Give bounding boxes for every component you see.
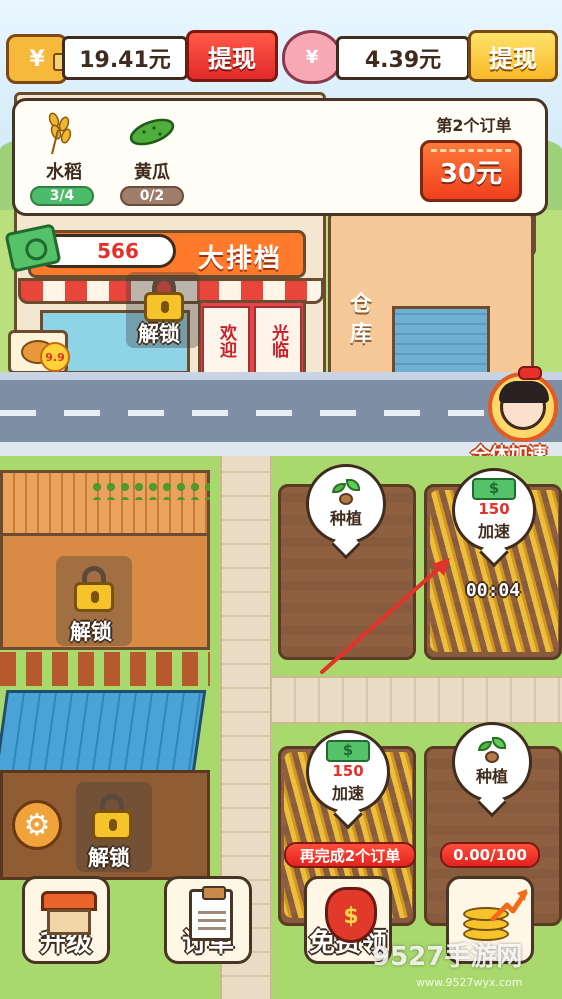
house-icon: [41, 891, 97, 935]
lock-icon: [92, 794, 132, 840]
sprout-icon: [478, 737, 506, 763]
stone-path-horizontal: [272, 676, 562, 724]
cash-icon: [472, 478, 516, 500]
plot-timer: 00:04: [465, 580, 521, 601]
cash-withdraw-button[interactable]: 提现: [186, 30, 278, 82]
growth-arrow-icon: [490, 889, 528, 922]
cash-icon: [326, 740, 370, 762]
plant-bubble-1[interactable]: 种植: [306, 464, 386, 544]
wallet-icon: ¥: [6, 34, 71, 84]
speedup-bubble-2[interactable]: 150 加速: [452, 468, 536, 552]
watermark-text: 9527手游网: [372, 942, 523, 972]
bow-icon: [518, 366, 542, 380]
barn-unlock-label: 解锁: [70, 620, 112, 644]
coin-progress-tag: 0.00/100: [440, 842, 540, 868]
shed-unlock-label: 解锁: [88, 846, 130, 870]
sprout-icon: [332, 479, 360, 505]
lock-icon: [144, 276, 184, 322]
speedup-reward: 150: [332, 762, 364, 780]
cash-balance: 19.41元: [62, 36, 188, 80]
speed-all-button[interactable]: [488, 372, 558, 442]
red-arrow-annotation: [320, 558, 450, 674]
warehouse-label: 仓库: [349, 292, 372, 347]
restaurant-door-right-text: 光临: [254, 306, 302, 376]
orders-button[interactable]: 订单: [164, 876, 252, 964]
gear-icon: ⚙: [23, 807, 51, 843]
order-reward-ticket[interactable]: 30元: [420, 140, 522, 202]
restaurant-door-left-text: 欢迎: [202, 306, 250, 376]
site-watermark: 9527手游网 www.9527wyx.com: [372, 936, 562, 996]
watermark-url: www.9527wyx.com: [416, 976, 523, 989]
crop-name-rice: 水稻: [46, 162, 82, 183]
crop-progress-rice: 3/4: [30, 186, 94, 206]
road-markings: [0, 410, 562, 416]
piggy-balance: 4.39元: [336, 36, 470, 80]
cucumber-icon: [129, 118, 175, 146]
girl-avatar-icon: [499, 381, 549, 430]
free-reward-tag: 再完成2个订单: [284, 842, 416, 868]
wheat-icon: [48, 112, 72, 154]
discount-badge: 9.9: [40, 342, 70, 372]
piggy-bank-icon: ¥: [282, 30, 342, 84]
wooden-fence: [0, 652, 210, 686]
restaurant-sign-text: 大排档: [197, 244, 282, 274]
lock-icon: [74, 566, 114, 612]
settings-button[interactable]: ⚙: [12, 800, 62, 850]
speedup-label: 加速: [477, 522, 510, 541]
vines-decoration: [90, 480, 210, 500]
upgrade-button[interactable]: 升级: [22, 876, 110, 964]
clipboard-icon: [189, 886, 233, 941]
crop-name-cucumber: 黄瓜: [134, 162, 170, 183]
blue-roof-shed: [0, 690, 207, 780]
money-bag-icon: [325, 887, 377, 943]
plant-label: 种植: [475, 767, 508, 786]
crop-progress-cucumber: 0/2: [120, 186, 184, 206]
speedup-bubble-3[interactable]: 150 加速: [306, 730, 390, 814]
speedup-reward: 150: [478, 500, 510, 518]
plant-label: 种植: [329, 509, 362, 528]
plant-bubble-4[interactable]: 种植: [452, 722, 532, 802]
piggy-withdraw-button[interactable]: 提现: [468, 30, 558, 82]
speedup-label: 加速: [331, 784, 364, 803]
order-number-label: 第2个订单: [436, 116, 512, 135]
restaurant-unlock-label: 解锁: [138, 322, 180, 346]
